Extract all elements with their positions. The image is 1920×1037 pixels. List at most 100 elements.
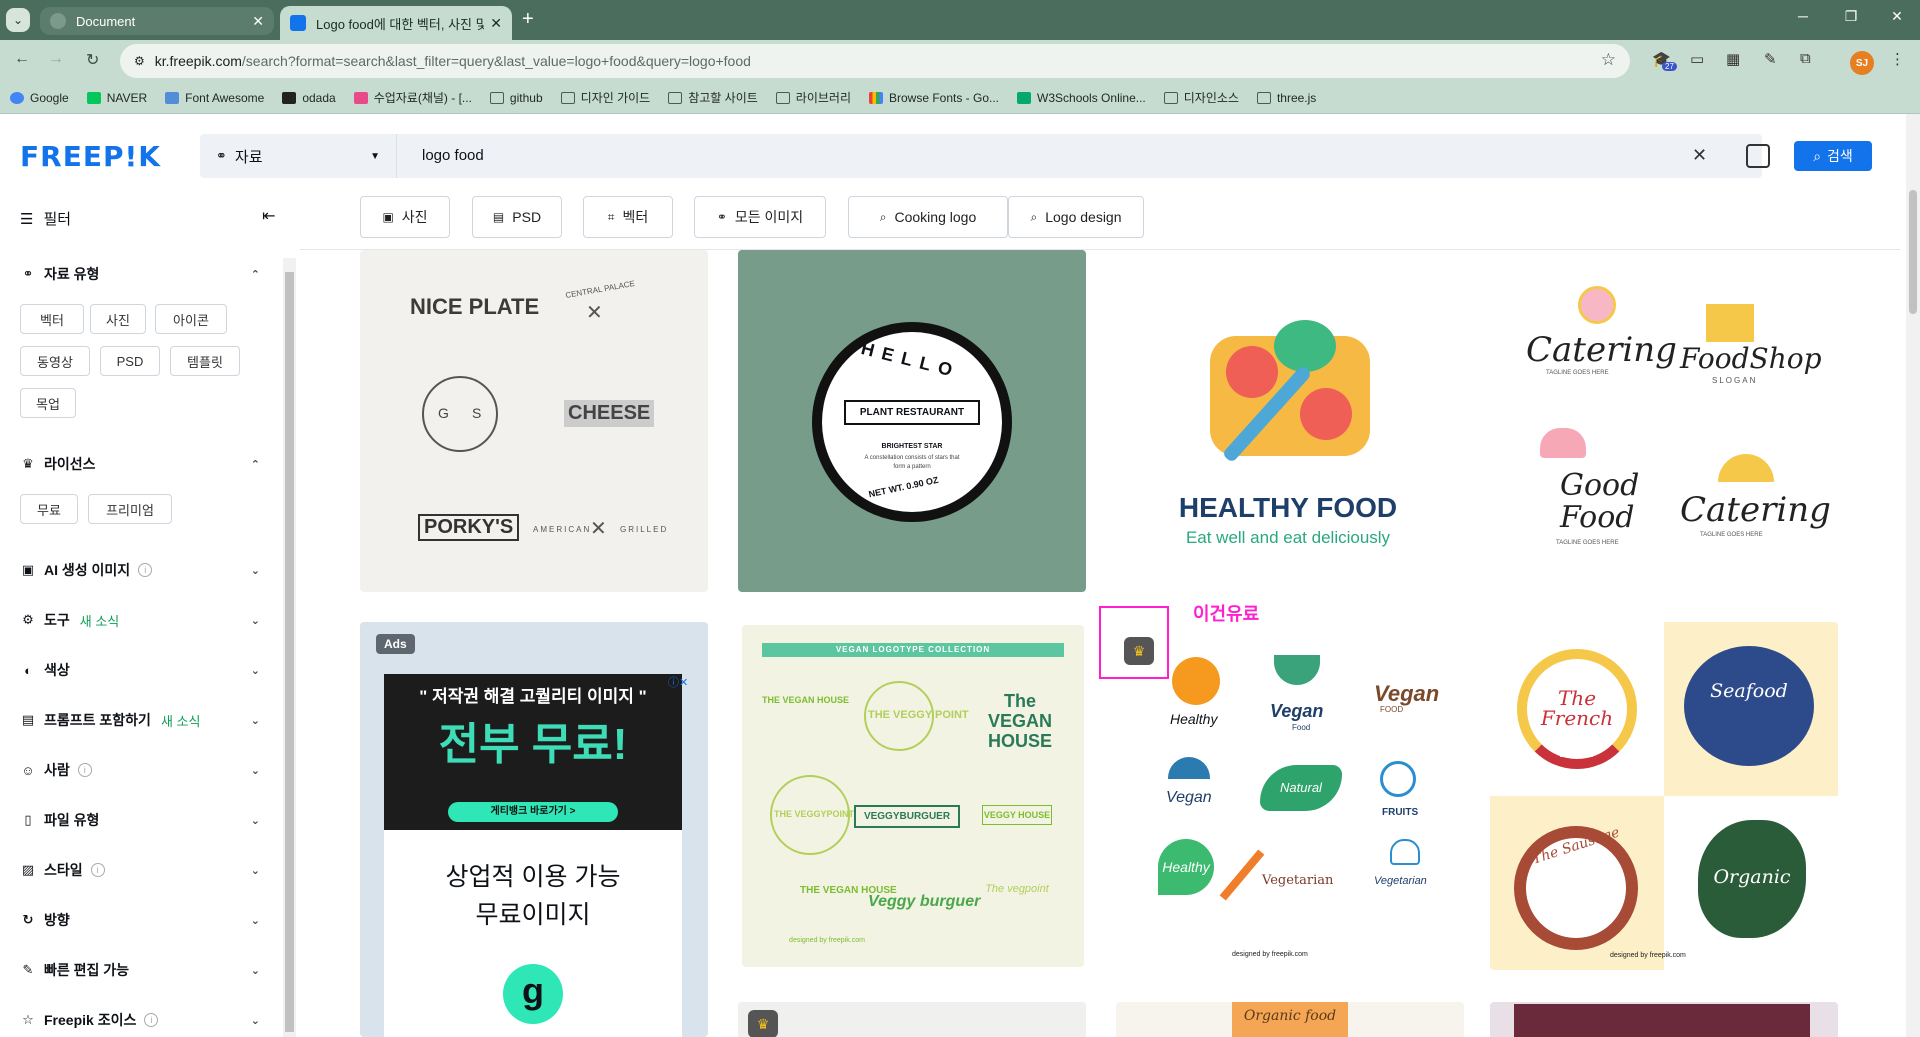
search-button[interactable]: ⌕ 검색: [1794, 141, 1872, 171]
section-quick-edit[interactable]: ✎ 빠른 편집 가능 ⌄: [20, 960, 260, 980]
result-card-catering-logos[interactable]: Catering TAGLINE GOES HERE FoodShop SLOG…: [1490, 250, 1838, 592]
section-people[interactable]: ☺ 사람 i ⌄: [20, 760, 260, 780]
bookmark-star-icon[interactable]: ☆: [1601, 50, 1616, 70]
tab-document[interactable]: Document ✕: [40, 7, 274, 35]
result-card-plant-restaurant[interactable]: HELLO PLANT RESTAURANT BRIGHTEST STAR A …: [738, 250, 1086, 592]
info-icon[interactable]: i: [138, 563, 153, 577]
site-header: FREEP!K ⚭ 자료 ▼ logo food ✕ ⌕ 검색: [0, 114, 1920, 192]
close-tab-icon[interactable]: ✕: [252, 13, 264, 30]
section-file-type[interactable]: ▯ 파일 유형 ⌄: [20, 810, 260, 830]
result-card-vintage-badges[interactable]: NICE PLATE CENTRAL PALACE ✕ G S CHEESE P…: [360, 250, 708, 592]
section-ai-generated[interactable]: ▣ AI 생성 이미지 i ⌄: [20, 560, 260, 580]
bookmark-design-source[interactable]: 디자인소스: [1163, 89, 1239, 106]
bookmark-library[interactable]: 라이브러리: [775, 89, 851, 106]
chip-photo[interactable]: 사진: [90, 304, 146, 334]
section-freepik-choice[interactable]: ☆ Freepik 조이스 i ⌄: [20, 1010, 260, 1030]
section-orientation[interactable]: ↻ 방향 ⌄: [20, 910, 260, 930]
site-info-icon[interactable]: ⚙: [134, 54, 145, 68]
section-license[interactable]: ♛ 라이선스 ⌃: [20, 454, 260, 474]
bookmark-reference-sites[interactable]: 참고할 사이트: [668, 89, 758, 106]
result-card-organic-food[interactable]: Organic food: [1116, 1002, 1464, 1037]
eyedropper-icon[interactable]: ✎: [1764, 50, 1777, 68]
ad-close-icon[interactable]: ⓘ✕: [668, 674, 688, 690]
filter-psd[interactable]: ▤ PSD: [472, 196, 562, 238]
chip-vector[interactable]: 벡터: [20, 304, 84, 334]
chip-premium[interactable]: 프리미엄: [88, 494, 172, 524]
filter-logo-design[interactable]: ⌕ Logo design: [1008, 196, 1144, 238]
tab-search-dropdown-icon[interactable]: ⌄: [6, 8, 30, 32]
result-card-premium[interactable]: ♛: [738, 1002, 1086, 1037]
slack-icon: [353, 91, 368, 104]
info-icon[interactable]: i: [144, 1013, 159, 1027]
ad-banner[interactable]: " 저작권 해결 고퀄리티 이미지 " 전부 무료! 게티뱅크 바로가기 >: [384, 674, 682, 830]
section-tools[interactable]: ⚙ 도구 새 소식 ⌄: [20, 610, 260, 630]
address-bar[interactable]: ⚙ kr.freepik.com/search?format=search&la…: [120, 44, 1630, 78]
ad-cta-button[interactable]: 게티뱅크 바로가기 >: [448, 802, 618, 822]
bookmark-browse-fonts[interactable]: Browse Fonts - Go...: [868, 91, 999, 105]
logo-text: Organic: [1713, 866, 1791, 888]
chip-mockup[interactable]: 목업: [20, 388, 76, 418]
filter-vector[interactable]: ⌗ 벡터: [583, 196, 673, 238]
extension-icon[interactable]: ▭: [1690, 50, 1704, 68]
close-tab-icon[interactable]: ✕: [490, 15, 502, 32]
search-button-label: 검색: [1827, 148, 1853, 164]
minimize-icon[interactable]: ─: [1780, 8, 1826, 24]
result-card-healthy-food[interactable]: HEALTHY FOOD Eat well and eat deliciousl…: [1114, 250, 1462, 592]
bookmark-design-guide[interactable]: 디자인 가이드: [560, 89, 650, 106]
bookmark-font-awesome[interactable]: Font Awesome: [165, 91, 264, 105]
chip-free[interactable]: 무료: [20, 494, 78, 524]
collapse-sidebar-icon[interactable]: ⇤: [262, 206, 275, 226]
image-search-icon[interactable]: [1746, 144, 1770, 168]
bookmark-label: odada: [302, 90, 336, 105]
bookmark-google[interactable]: Google: [10, 91, 69, 105]
bookmark-naver[interactable]: NAVER: [86, 91, 147, 105]
chip-psd[interactable]: PSD: [100, 346, 160, 376]
bookmark-threejs[interactable]: three.js: [1256, 91, 1316, 105]
google-fonts-icon: [868, 91, 883, 104]
bookmark-w3schools[interactable]: W3Schools Online...: [1017, 91, 1146, 105]
section-color[interactable]: ◐ 색상 ⌄: [20, 660, 260, 680]
bookmark-class-material[interactable]: 수업자료(채널) - [...: [353, 89, 472, 106]
filter-photo[interactable]: ▣ 사진: [360, 196, 450, 238]
reload-icon[interactable]: ↻: [86, 50, 99, 70]
ad-card[interactable]: Ads " 저작권 해결 고퀄리티 이미지 " 전부 무료! 게티뱅크 바로가기…: [360, 622, 708, 1037]
filter-all-images[interactable]: ⚭ 모든 이미지: [694, 196, 826, 238]
search-input[interactable]: logo food: [422, 147, 484, 164]
chevron-down-icon: ⌄: [250, 564, 260, 577]
scrollbar-thumb[interactable]: [285, 272, 294, 1032]
forward-icon[interactable]: →: [48, 50, 64, 68]
section-prompt[interactable]: ▤ 프롬프트 포함하기 새 소식 ⌄: [20, 710, 260, 730]
page-scrollbar[interactable]: [1906, 114, 1920, 1037]
result-card-ad-photo[interactable]: [1490, 1002, 1838, 1037]
bookmark-github[interactable]: github: [489, 91, 543, 105]
chip-icon[interactable]: 아이콘: [155, 304, 227, 334]
extensions-puzzle-icon[interactable]: ⧉: [1800, 50, 1811, 67]
scrollbar-thumb[interactable]: [1909, 190, 1917, 314]
info-icon[interactable]: i: [90, 863, 105, 877]
result-card-vegan-logotype[interactable]: VEGAN LOGOTYPE COLLECTION THE VEGAN HOUS…: [742, 625, 1084, 967]
filter-cooking-logo[interactable]: ⌕ Cooking logo: [848, 196, 1008, 238]
filter-label: 벡터: [622, 209, 649, 225]
asset-type-dropdown[interactable]: ⚭ 자료 ▼: [200, 134, 397, 178]
extension-icon[interactable]: ▦: [1726, 50, 1740, 68]
back-icon[interactable]: ←: [14, 50, 30, 68]
chip-template[interactable]: 템플릿: [170, 346, 240, 376]
close-window-icon[interactable]: ✕: [1874, 8, 1920, 25]
caret-down-icon: ▼: [370, 150, 380, 162]
freepik-logo[interactable]: FREEP!K: [20, 140, 161, 173]
profile-avatar[interactable]: SJ: [1850, 51, 1874, 75]
menu-icon[interactable]: ⋮: [1890, 50, 1905, 68]
section-style[interactable]: ▨ 스타일 i ⌄: [20, 860, 260, 880]
chip-video[interactable]: 동영상: [20, 346, 90, 376]
info-icon[interactable]: i: [77, 763, 92, 777]
logo-text: THE VEGAN HOUSE: [800, 885, 897, 896]
restore-icon[interactable]: ❐: [1828, 8, 1874, 25]
result-card-bistro-logos[interactable]: The French BISTROT Seafood The Sausage O…: [1490, 622, 1838, 970]
clear-search-icon[interactable]: ✕: [1692, 145, 1707, 166]
carrot-icon: [1219, 849, 1265, 901]
sidebar-scrollbar[interactable]: [283, 258, 296, 1037]
section-asset-type[interactable]: ⚭ 자료 유형 ⌃: [20, 264, 260, 284]
new-tab-icon[interactable]: +: [522, 8, 534, 31]
bookmark-odada[interactable]: odada: [282, 90, 336, 105]
tab-freepik[interactable]: Logo food에 대한 벡터, 사진 및 ✕: [280, 6, 512, 40]
